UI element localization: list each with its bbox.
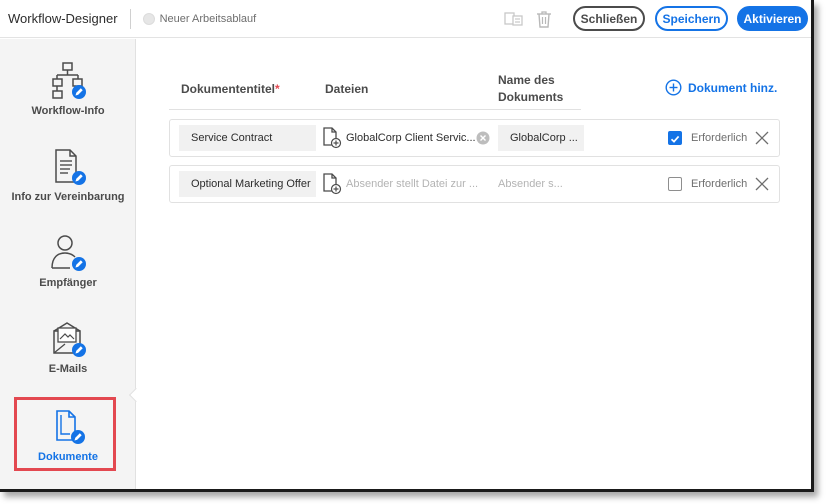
checkmark-icon — [670, 135, 680, 143]
add-document-button[interactable]: Dokument hinz. — [665, 79, 777, 96]
sidebar-item-emails[interactable]: E-Mails — [0, 319, 136, 375]
header-divider — [129, 8, 131, 29]
top-bar: Workflow-Designer Neuer Arbeitsablauf Sc… — [0, 0, 811, 38]
close-button[interactable]: Schließen — [573, 6, 645, 31]
workflow-info-icon — [48, 61, 88, 101]
sidebar-item-agreement-info[interactable]: Info zur Vereinbarung — [0, 147, 136, 203]
column-header-title-text: Dokumententitel — [181, 82, 276, 96]
document-title-input[interactable]: Optional Marketing Offer — [179, 171, 316, 197]
attach-file-icon[interactable] — [322, 127, 342, 149]
sidebar-item-label: Info zur Vereinbarung — [11, 191, 125, 203]
column-header-name-line1: Name des — [498, 73, 555, 87]
document-name-input[interactable]: Absender s... — [498, 178, 563, 190]
remove-document-icon[interactable] — [754, 176, 770, 192]
agreement-info-icon — [48, 147, 88, 187]
required-marker: * — [275, 82, 280, 96]
app-window: Workflow-Designer Neuer Arbeitsablauf Sc… — [0, 0, 814, 492]
required-label: Erforderlich — [691, 178, 748, 190]
remove-document-icon[interactable] — [754, 130, 770, 146]
column-header-files: Dateien — [325, 82, 369, 96]
documents-panel: Dokumententitel* Dateien Name des Dokume… — [137, 39, 811, 489]
highlight-frame — [14, 397, 116, 471]
required-checkbox[interactable] — [668, 131, 682, 145]
document-name-input[interactable]: GlobalCorp ... — [498, 125, 584, 151]
file-name: GlobalCorp Client Servic... — [346, 132, 476, 144]
sidebar-item-recipients[interactable]: Empfänger — [0, 233, 136, 289]
workflow-name[interactable]: Neuer Arbeitsablauf — [142, 12, 257, 25]
sidebar-item-label: Workflow-Info — [31, 105, 105, 117]
workflow-name-label: Neuer Arbeitsablauf — [159, 12, 257, 25]
file-placeholder[interactable]: Absender stellt Datei zur ... — [346, 178, 478, 190]
column-header-title: Dokumententitel* — [181, 81, 280, 98]
document-title-input[interactable]: Service Contract — [179, 125, 316, 151]
status-dot-icon — [142, 12, 155, 25]
duplicate-icon[interactable] — [503, 8, 525, 30]
emails-icon — [48, 319, 88, 359]
column-header-name: Name des Dokuments — [498, 72, 563, 106]
column-header-name-line2: Dokuments — [498, 90, 564, 104]
required-checkbox[interactable] — [668, 177, 682, 191]
sidebar-item-label: E-Mails — [48, 363, 88, 375]
attach-file-icon[interactable] — [322, 173, 342, 195]
sidebar-item-workflow-info[interactable]: Workflow-Info — [0, 61, 136, 117]
delete-icon[interactable] — [533, 8, 555, 30]
header-divider — [169, 109, 581, 110]
document-row: Optional Marketing Offer Absender stellt… — [169, 165, 780, 203]
document-row: Service Contract GlobalCorp Client Servi… — [169, 119, 780, 157]
save-button[interactable]: Speichern — [655, 6, 728, 31]
add-document-label: Dokument hinz. — [688, 80, 778, 95]
clear-file-icon[interactable] — [476, 131, 490, 145]
recipients-icon — [48, 233, 88, 273]
sidebar: Workflow-Info Info zur Vereinbarung Empf… — [0, 39, 136, 489]
required-label: Erforderlich — [691, 132, 748, 144]
sidebar-item-label: Empfänger — [39, 277, 97, 289]
activate-button[interactable]: Aktivieren — [737, 6, 808, 31]
add-circle-icon — [665, 79, 682, 96]
app-title: Workflow-Designer — [8, 11, 118, 26]
